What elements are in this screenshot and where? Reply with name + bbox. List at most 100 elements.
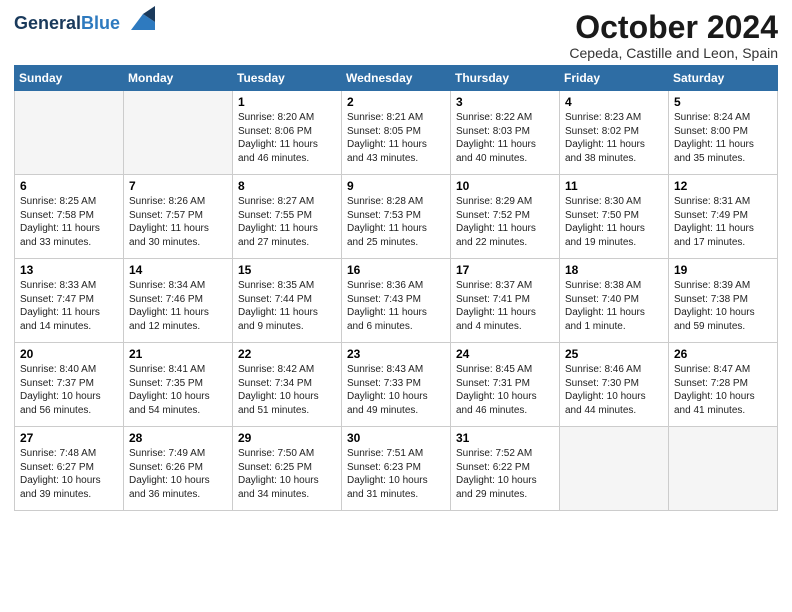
cell-info: Sunrise: 8:45 AMSunset: 7:31 PMDaylight:… [456, 363, 554, 417]
cell-info: Sunrise: 8:43 AMSunset: 7:33 PMDaylight:… [347, 363, 445, 417]
cell-info: Sunrise: 8:26 AMSunset: 7:57 PMDaylight:… [129, 195, 227, 249]
cell-info: Sunrise: 8:33 AMSunset: 7:47 PMDaylight:… [20, 279, 118, 333]
cell-info: Sunrise: 8:41 AMSunset: 7:35 PMDaylight:… [129, 363, 227, 417]
day-number: 2 [347, 95, 445, 109]
calendar-cell: 15Sunrise: 8:35 AMSunset: 7:44 PMDayligh… [233, 259, 342, 343]
title-block: October 2024 Cepeda, Castille and Leon, … [569, 10, 778, 61]
day-number: 19 [674, 263, 772, 277]
calendar-cell: 23 Sunrise: 8:43 AMSunset: 7:33 PMDayligh… [342, 343, 451, 427]
day-number: 10 [456, 179, 554, 193]
calendar-week-row: 20Sunrise: 8:40 AMSunset: 7:37 PMDayligh… [15, 343, 778, 427]
cell-info: Sunrise: 8:27 AMSunset: 7:55 PMDaylight:… [238, 195, 336, 249]
day-number: 3 [456, 95, 554, 109]
calendar-cell [15, 91, 124, 175]
location-subtitle: Cepeda, Castille and Leon, Spain [569, 45, 778, 61]
cell-info: Sunrise: 8:21 AMSunset: 8:05 PMDaylight:… [347, 111, 445, 165]
calendar-cell: 11 Sunrise: 8:30 AMSunset: 7:50 PMDayligh… [560, 175, 669, 259]
cell-info: Sunrise: 7:49 AMSunset: 6:26 PMDaylight:… [129, 447, 227, 501]
page-container: GeneralBlue October 2024 Cepeda, Castill… [0, 0, 792, 521]
calendar-cell: 9Sunrise: 8:28 AMSunset: 7:53 PMDaylight… [342, 175, 451, 259]
calendar-cell: 5Sunrise: 8:24 AMSunset: 8:00 PMDaylight… [669, 91, 778, 175]
logo: GeneralBlue [14, 10, 155, 38]
day-number: 18 [565, 263, 663, 277]
day-number: 4 [565, 95, 663, 109]
day-number: 29 [238, 431, 336, 445]
logo-icon [123, 6, 155, 38]
cell-info: Sunrise: 8:24 AMSunset: 8:00 PMDaylight:… [674, 111, 772, 165]
header: GeneralBlue October 2024 Cepeda, Castill… [14, 10, 778, 61]
cell-info: Sunrise: 8:47 AMSunset: 7:28 PMDaylight:… [674, 363, 772, 417]
calendar-cell: 30 Sunrise: 7:51 AMSunset: 6:23 PMDayligh… [342, 427, 451, 511]
day-number: 24 [456, 347, 554, 361]
calendar-header-row: SundayMondayTuesdayWednesdayThursdayFrid… [15, 66, 778, 91]
calendar-cell: 14 Sunrise: 8:34 AMSunset: 7:46 PMDayligh… [124, 259, 233, 343]
calendar-week-row: 6 Sunrise: 8:25 AMSunset: 7:58 PMDaylight… [15, 175, 778, 259]
day-number: 11 [565, 179, 663, 193]
weekday-header: Thursday [451, 66, 560, 91]
cell-info: Sunrise: 8:22 AMSunset: 8:03 PMDaylight:… [456, 111, 554, 165]
day-number: 31 [456, 431, 554, 445]
calendar-cell: 17Sunrise: 8:37 AMSunset: 7:41 PMDayligh… [451, 259, 560, 343]
cell-info: Sunrise: 8:40 AMSunset: 7:37 PMDaylight:… [20, 363, 118, 417]
cell-info: Sunrise: 7:52 AMSunset: 6:22 PMDaylight:… [456, 447, 554, 501]
cell-info: Sunrise: 8:35 AMSunset: 7:44 PMDaylight:… [238, 279, 336, 333]
cell-info: Sunrise: 7:51 AMSunset: 6:23 PMDaylight:… [347, 447, 445, 501]
calendar-cell: 21 Sunrise: 8:41 AMSunset: 7:35 PMDayligh… [124, 343, 233, 427]
calendar-cell: 25 Sunrise: 8:46 AMSunset: 7:30 PMDayligh… [560, 343, 669, 427]
day-number: 27 [20, 431, 118, 445]
calendar-cell: 1Sunrise: 8:20 AMSunset: 8:06 PMDaylight… [233, 91, 342, 175]
cell-info: Sunrise: 7:48 AMSunset: 6:27 PMDaylight:… [20, 447, 118, 501]
day-number: 16 [347, 263, 445, 277]
calendar-week-row: 27 Sunrise: 7:48 AMSunset: 6:27 PMDayligh… [15, 427, 778, 511]
day-number: 13 [20, 263, 118, 277]
cell-info: Sunrise: 8:42 AMSunset: 7:34 PMDaylight:… [238, 363, 336, 417]
cell-info: Sunrise: 8:31 AMSunset: 7:49 PMDaylight:… [674, 195, 772, 249]
calendar-cell: 31 Sunrise: 7:52 AMSunset: 6:22 PMDayligh… [451, 427, 560, 511]
day-number: 6 [20, 179, 118, 193]
day-number: 7 [129, 179, 227, 193]
calendar-cell: 29 Sunrise: 7:50 AMSunset: 6:25 PMDayligh… [233, 427, 342, 511]
weekday-header: Tuesday [233, 66, 342, 91]
cell-info: Sunrise: 8:23 AMSunset: 8:02 PMDaylight:… [565, 111, 663, 165]
cell-info: Sunrise: 8:30 AMSunset: 7:50 PMDaylight:… [565, 195, 663, 249]
calendar-cell: 16 Sunrise: 8:36 AMSunset: 7:43 PMDayligh… [342, 259, 451, 343]
day-number: 22 [238, 347, 336, 361]
calendar-cell: 12Sunrise: 8:31 AMSunset: 7:49 PMDayligh… [669, 175, 778, 259]
cell-info: Sunrise: 8:25 AMSunset: 7:58 PMDaylight:… [20, 195, 118, 249]
weekday-header: Saturday [669, 66, 778, 91]
cell-info: Sunrise: 8:34 AMSunset: 7:46 PMDaylight:… [129, 279, 227, 333]
weekday-header: Sunday [15, 66, 124, 91]
calendar-cell: 26 Sunrise: 8:47 AMSunset: 7:28 PMDayligh… [669, 343, 778, 427]
calendar-cell: 22 Sunrise: 8:42 AMSunset: 7:34 PMDayligh… [233, 343, 342, 427]
cell-info: Sunrise: 8:37 AMSunset: 7:41 PMDaylight:… [456, 279, 554, 333]
month-title: October 2024 [569, 10, 778, 45]
cell-info: Sunrise: 8:46 AMSunset: 7:30 PMDaylight:… [565, 363, 663, 417]
weekday-header: Monday [124, 66, 233, 91]
cell-info: Sunrise: 8:29 AMSunset: 7:52 PMDaylight:… [456, 195, 554, 249]
calendar-table: SundayMondayTuesdayWednesdayThursdayFrid… [14, 65, 778, 511]
calendar-cell: 20Sunrise: 8:40 AMSunset: 7:37 PMDayligh… [15, 343, 124, 427]
calendar-cell: 3 Sunrise: 8:22 AMSunset: 8:03 PMDaylight… [451, 91, 560, 175]
calendar-cell: 6 Sunrise: 8:25 AMSunset: 7:58 PMDaylight… [15, 175, 124, 259]
cell-info: Sunrise: 8:39 AMSunset: 7:38 PMDaylight:… [674, 279, 772, 333]
calendar-cell: 10 Sunrise: 8:29 AMSunset: 7:52 PMDayligh… [451, 175, 560, 259]
calendar-cell: 27 Sunrise: 7:48 AMSunset: 6:27 PMDayligh… [15, 427, 124, 511]
calendar-cell: 2 Sunrise: 8:21 AMSunset: 8:05 PMDaylight… [342, 91, 451, 175]
calendar-cell: 24 Sunrise: 8:45 AMSunset: 7:31 PMDayligh… [451, 343, 560, 427]
day-number: 28 [129, 431, 227, 445]
calendar-cell [124, 91, 233, 175]
calendar-week-row: 1Sunrise: 8:20 AMSunset: 8:06 PMDaylight… [15, 91, 778, 175]
cell-info: Sunrise: 8:28 AMSunset: 7:53 PMDaylight:… [347, 195, 445, 249]
day-number: 14 [129, 263, 227, 277]
cell-info: Sunrise: 8:36 AMSunset: 7:43 PMDaylight:… [347, 279, 445, 333]
cell-info: Sunrise: 7:50 AMSunset: 6:25 PMDaylight:… [238, 447, 336, 501]
day-number: 8 [238, 179, 336, 193]
calendar-cell: 28 Sunrise: 7:49 AMSunset: 6:26 PMDayligh… [124, 427, 233, 511]
day-number: 30 [347, 431, 445, 445]
day-number: 23 [347, 347, 445, 361]
day-number: 26 [674, 347, 772, 361]
day-number: 21 [129, 347, 227, 361]
calendar-week-row: 13 Sunrise: 8:33 AMSunset: 7:47 PMDayligh… [15, 259, 778, 343]
calendar-cell: 4 Sunrise: 8:23 AMSunset: 8:02 PMDaylight… [560, 91, 669, 175]
day-number: 25 [565, 347, 663, 361]
